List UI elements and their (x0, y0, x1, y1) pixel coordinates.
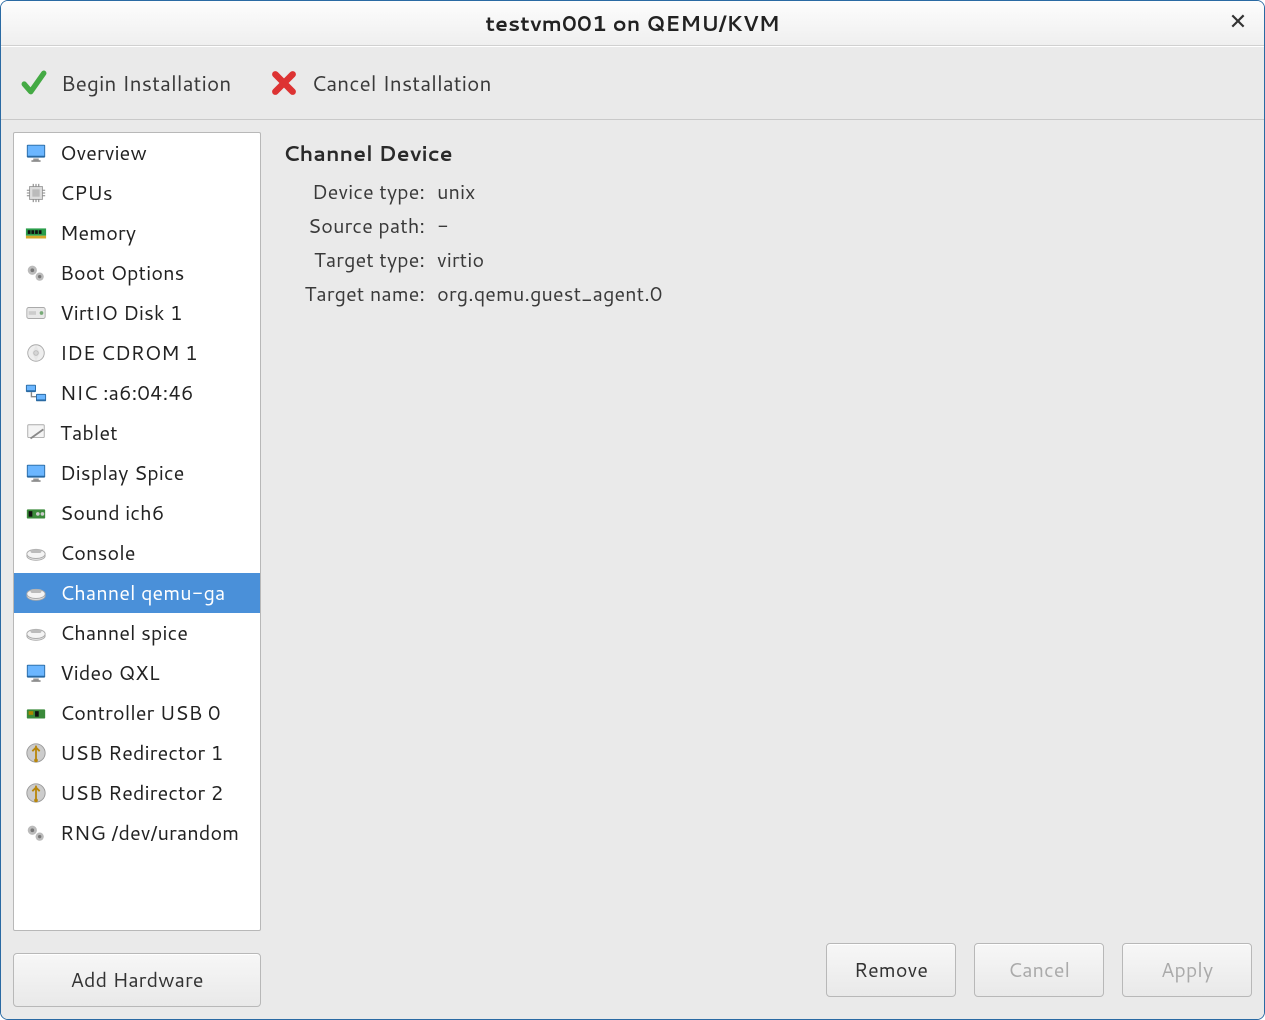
sidebar-item-ide-cdrom-1[interactable]: IDE CDROM 1 (14, 333, 260, 373)
tablet-icon (22, 421, 50, 445)
monitor-icon (22, 461, 50, 485)
property-value: unix (437, 178, 475, 206)
property-value: org.qemu.guest_agent.0 (437, 280, 663, 308)
toolbar: Begin Installation Cancel Installation (1, 46, 1264, 120)
cancel-installation-button[interactable]: Cancel Installation (271, 68, 491, 98)
sidebar-item-label: Display Spice (60, 459, 184, 487)
sidebar-item-memory[interactable]: Memory (14, 213, 260, 253)
sidebar-item-label: Overview (60, 139, 147, 167)
sidebar-item-label: Channel qemu-ga (60, 579, 225, 607)
sidebar-item-label: RNG /dev/urandom (60, 819, 239, 847)
apply-button[interactable]: Apply (1122, 943, 1252, 997)
disk-icon (22, 301, 50, 325)
sidebar-item-label: Sound ich6 (60, 499, 164, 527)
cdrom-icon (22, 341, 50, 365)
window-title: testvm001 on QEMU/KVM (1, 8, 1264, 38)
property-label: Target type: (283, 246, 425, 274)
vm-window: testvm001 on QEMU/KVM ✕ Begin Installati… (0, 0, 1265, 1020)
usb-icon (22, 741, 50, 765)
remove-button[interactable]: Remove (826, 943, 956, 997)
sidebar-item-usb-redirector-1[interactable]: USB Redirector 1 (14, 733, 260, 773)
monitor-icon (22, 141, 50, 165)
sidebar-item-virtio-disk-1[interactable]: VirtIO Disk 1 (14, 293, 260, 333)
sidebar-item-label: Tablet (60, 419, 118, 447)
sidebar-item-label: VirtIO Disk 1 (60, 299, 183, 327)
details-pane: Channel Device Device type: unix Source pa… (273, 132, 1252, 931)
sidebar-item-label: USB Redirector 2 (60, 779, 223, 807)
sidebar-item-label: Video QXL (60, 659, 160, 687)
body: Overview CPUs Memory Boot Options VirtIO Dis… (1, 120, 1264, 1019)
sidebar-item-rng-dev-urandom[interactable]: RNG /dev/urandom (14, 813, 260, 853)
sidebar-item-label: USB Redirector 1 (60, 739, 223, 767)
details-title: Channel Device (283, 138, 1242, 168)
gears-icon (22, 261, 50, 285)
sidebar-item-label: Memory (60, 219, 136, 247)
sidebar-item-video-qxl[interactable]: Video QXL (14, 653, 260, 693)
begin-installation-label: Begin Installation (61, 68, 231, 98)
nic-icon (22, 381, 50, 405)
sidebar-item-channel-qemu-ga[interactable]: Channel qemu-ga (14, 573, 260, 613)
main: Overview CPUs Memory Boot Options VirtIO Dis… (1, 120, 1264, 943)
cancel-installation-label: Cancel Installation (311, 68, 491, 98)
property-list: Device type:unixSource path:-Target type… (283, 178, 1242, 308)
begin-installation-button[interactable]: Begin Installation (21, 68, 231, 98)
property-value: - (437, 212, 449, 240)
sidebar-item-label: CPUs (60, 179, 113, 207)
add-hardware-button[interactable]: Add Hardware (13, 953, 261, 1007)
sidebar-item-boot-options[interactable]: Boot Options (14, 253, 260, 293)
check-icon (21, 70, 47, 96)
sidebar-item-label: Controller USB 0 (60, 699, 221, 727)
sidebar-item-label: NIC :a6:04:46 (60, 379, 194, 407)
sidebar-item-label: Boot Options (60, 259, 184, 287)
memory-icon (22, 221, 50, 245)
sidebar-item-cpus[interactable]: CPUs (14, 173, 260, 213)
cancel-icon (271, 70, 297, 96)
sidebar: Overview CPUs Memory Boot Options VirtIO Dis… (13, 132, 261, 931)
hardware-list[interactable]: Overview CPUs Memory Boot Options VirtIO Dis… (13, 132, 261, 931)
sidebar-item-label: IDE CDROM 1 (60, 339, 198, 367)
usb-icon (22, 781, 50, 805)
sidebar-item-tablet[interactable]: Tablet (14, 413, 260, 453)
sidebar-item-console[interactable]: Console (14, 533, 260, 573)
sidebar-item-overview[interactable]: Overview (14, 133, 260, 173)
gears-icon (22, 821, 50, 845)
sidebar-item-label: Console (60, 539, 136, 567)
property-row: Device type: unix (283, 178, 1242, 206)
cancel-button[interactable]: Cancel (974, 943, 1104, 997)
sidebar-item-channel-spice[interactable]: Channel spice (14, 613, 260, 653)
titlebar: testvm001 on QEMU/KVM ✕ (1, 1, 1264, 46)
close-icon[interactable]: ✕ (1226, 11, 1250, 35)
property-label: Target name: (283, 280, 425, 308)
sidebar-item-label: Channel spice (60, 619, 188, 647)
sidebar-item-controller-usb-0[interactable]: Controller USB 0 (14, 693, 260, 733)
usbctrl-icon (22, 701, 50, 725)
property-row: Source path:- (283, 212, 1242, 240)
property-label: Device type: (283, 178, 425, 206)
serial-icon (22, 581, 50, 605)
property-label: Source path: (283, 212, 425, 240)
footer: Add Hardware Remove Cancel Apply (1, 943, 1264, 1019)
monitor-icon (22, 661, 50, 685)
sound-icon (22, 501, 50, 525)
sidebar-item-sound-ich6[interactable]: Sound ich6 (14, 493, 260, 533)
property-value: virtio (437, 246, 484, 274)
serial-icon (22, 621, 50, 645)
sidebar-item-display-spice[interactable]: Display Spice (14, 453, 260, 493)
cpu-icon (22, 181, 50, 205)
sidebar-item-usb-redirector-2[interactable]: USB Redirector 2 (14, 773, 260, 813)
serial-icon (22, 541, 50, 565)
property-row: Target name: org.qemu.guest_agent.0 (283, 280, 1242, 308)
property-row: Target type: virtio (283, 246, 1242, 274)
sidebar-item-nic-a6-04-46[interactable]: NIC :a6:04:46 (14, 373, 260, 413)
